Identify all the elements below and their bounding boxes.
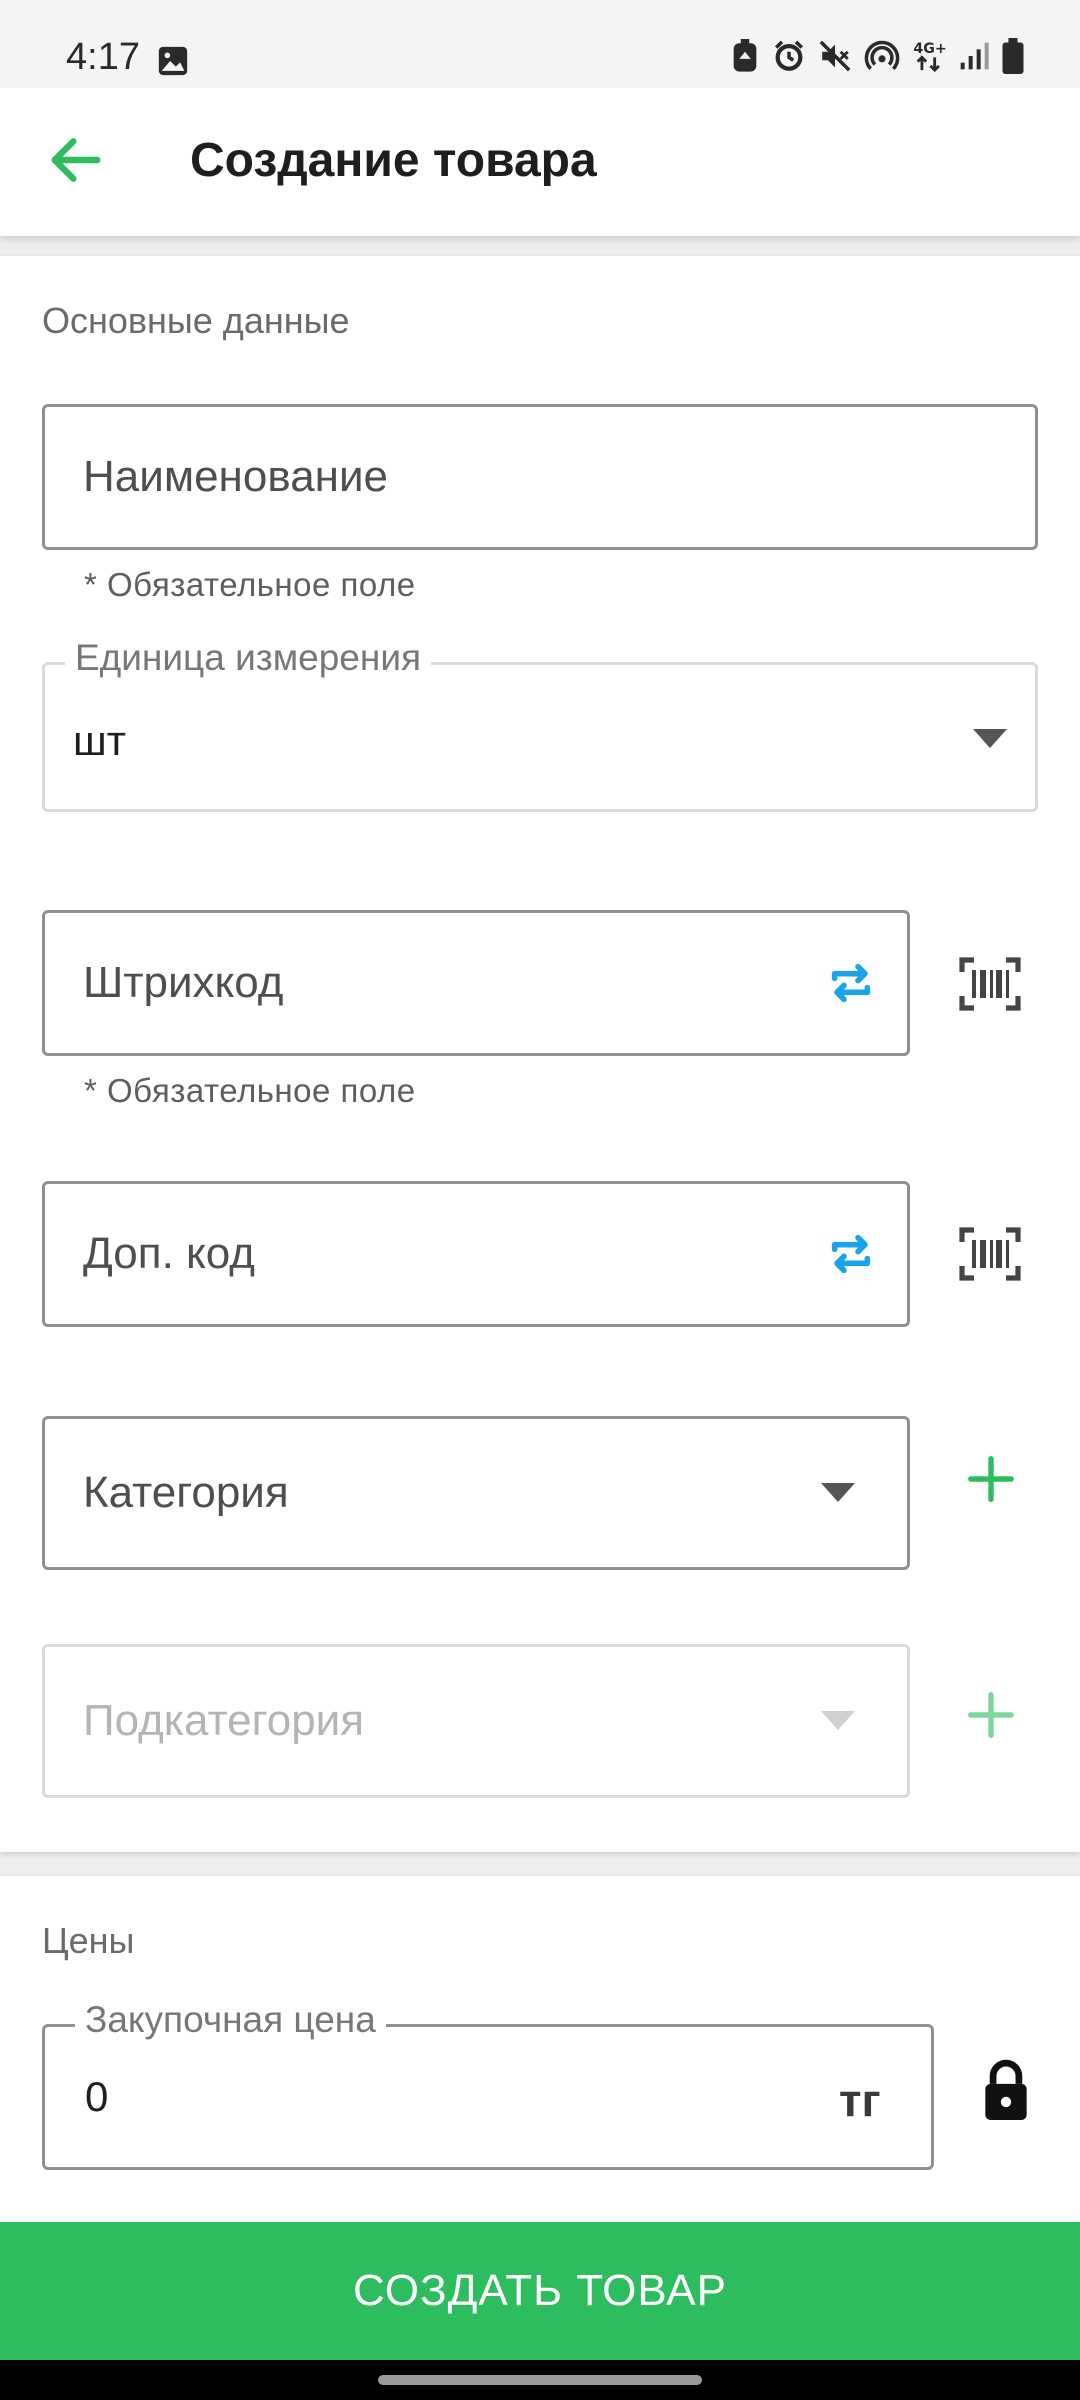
status-icons: 4G+ [730,38,1024,74]
plus-icon [968,1692,1014,1738]
lock-icon [985,2059,1027,2120]
section-title-main: Основные данные [42,300,350,341]
category-placeholder: Категория [83,1468,289,1517]
alarm-icon [772,39,806,73]
page-title: Создание товара [190,134,597,187]
chevron-down-icon [973,729,1007,748]
home-gesture-handle[interactable] [378,2375,702,2385]
scan-extra-code-button[interactable] [958,1226,1022,1287]
extra-code-placeholder: Доп. код [83,1229,255,1278]
status-bar: 4:17 4G+ [0,0,1080,88]
name-required-hint: * Обязательное поле [84,566,416,603]
scan-barcode-button[interactable] [958,956,1022,1017]
hotspot-icon [864,39,900,73]
app-bar: Создание товара [0,88,1080,236]
chevron-down-icon [821,1711,855,1730]
barcode-required-hint: * Обязательное поле [84,1072,416,1109]
repeat-arrows-icon [831,963,871,1003]
image-icon [156,44,190,83]
plus-icon [968,1456,1014,1502]
create-product-label: СОЗДАТЬ ТОВАР [352,2266,727,2315]
add-category-button[interactable] [964,1452,1018,1511]
lock-price-button[interactable] [980,2058,1032,2125]
create-product-button[interactable]: СОЗДАТЬ ТОВАР [0,2222,1080,2360]
subcategory-placeholder: Подкатегория [83,1696,365,1745]
mute-icon [818,39,852,73]
add-subcategory-button[interactable] [964,1688,1018,1747]
back-button[interactable] [44,128,108,192]
category-select[interactable]: Категория [42,1416,910,1570]
signal-icon [958,40,990,72]
unit-value: шт [73,717,126,764]
extra-code-field[interactable]: Доп. код [42,1181,910,1327]
generate-barcode-button[interactable] [823,955,879,1016]
repeat-arrows-icon [831,1234,871,1274]
name-field[interactable]: Наименование [42,404,1038,550]
recycle-badge-icon [730,39,760,73]
barcode-field[interactable]: Штрихкод [42,910,910,1056]
unit-select[interactable]: Единица измерения шт [42,637,1038,812]
main-data-card: Основные данные Наименование * Обязатель… [0,256,1080,1852]
section-title-prices: Цены [42,1920,135,1961]
battery-icon [1002,38,1024,74]
navigation-bar [0,2360,1080,2400]
subcategory-select[interactable]: Подкатегория [42,1644,910,1798]
purchase-price-label: Закупочная цена [75,1999,386,2041]
barcode-scan-icon [959,957,1021,1011]
generate-extra-code-button[interactable] [823,1226,879,1287]
purchase-price-field[interactable]: Закупочная цена 0 тг [42,1999,934,2170]
svg-text:4G+: 4G+ [913,41,946,57]
barcode-scan-icon [959,1227,1021,1281]
name-placeholder: Наименование [83,452,389,501]
currency-suffix: тг [839,2074,881,2126]
arrow-left-icon [51,138,101,182]
prices-card: Цены Закупочная цена 0 тг [0,1876,1080,2276]
unit-label: Единица измерения [65,637,432,679]
barcode-placeholder: Штрихкод [83,958,284,1007]
4g-data-icon: 4G+ [912,39,946,73]
status-time: 4:17 [66,36,140,78]
chevron-down-icon [821,1483,855,1502]
purchase-price-value: 0 [85,2073,109,2120]
